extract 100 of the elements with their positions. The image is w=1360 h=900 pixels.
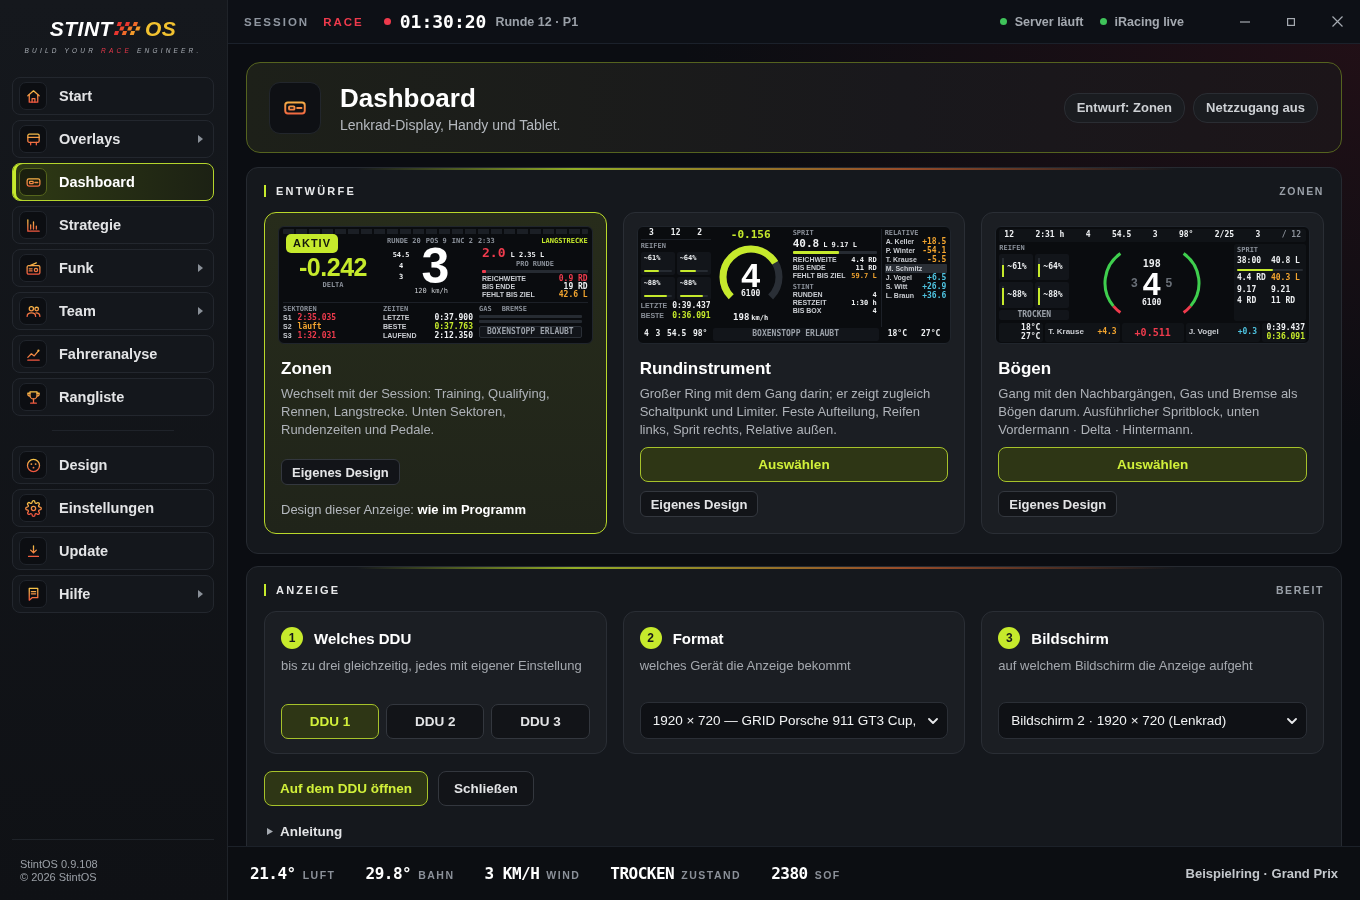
stat-readout: 2:31 h bbox=[1035, 231, 1065, 240]
step-title: Bildschirm bbox=[1031, 629, 1109, 647]
billboard-icon bbox=[19, 125, 47, 153]
card-description: Großer Ring mit dem Gang darin; er zeigt zugleich Schaltpunkt und Limiter. Feste Aufteilung, Reifen links, Sprit rechts, Relative außen. bbox=[639, 385, 932, 439]
weather-value: 29.8° bbox=[365, 864, 412, 883]
lap-time-value: 0:36.091 bbox=[1266, 333, 1305, 341]
nav-item[interactable]: Rangliste bbox=[12, 378, 214, 416]
design-card[interactable] bbox=[981, 212, 1324, 534]
nav-item[interactable]: Team bbox=[12, 292, 214, 330]
weather-value: 2380 bbox=[771, 864, 808, 883]
delta-readout: -0.242 bbox=[299, 255, 367, 279]
nav-item[interactable]: Hilfe bbox=[12, 575, 214, 613]
lap-time-value: 0:37.900 bbox=[434, 314, 473, 322]
minimize-icon[interactable] bbox=[1240, 20, 1250, 23]
home-icon bbox=[19, 82, 47, 110]
track-name: Beispielring · Grand Prix bbox=[1185, 866, 1338, 881]
card-title: Rundinstrument bbox=[639, 359, 771, 379]
step-hint: welches Gerät die Anzeige bekommt bbox=[639, 658, 851, 673]
weather-label: SOF bbox=[814, 869, 841, 881]
driver-gap: +36.6 bbox=[922, 291, 947, 300]
weather-value: TROCKEN bbox=[610, 864, 675, 883]
dashboard-icon bbox=[19, 168, 47, 196]
fuel-readout: 9.21 bbox=[1271, 285, 1292, 295]
lap-time-value: 0:36.091 bbox=[672, 311, 711, 320]
nav-item[interactable]: Fahreranalyse bbox=[12, 335, 214, 373]
temperature-readout: 18°C bbox=[1021, 324, 1041, 332]
rpm-readout: 6100 bbox=[741, 289, 761, 299]
stat-readout: 3 bbox=[1152, 231, 1158, 240]
delta-readout: -0.156 bbox=[730, 229, 771, 241]
fuel-readout: 4.4 RD bbox=[1237, 273, 1267, 283]
next-gear: 5 bbox=[1165, 277, 1173, 291]
stat-readout: 54.5 bbox=[1111, 231, 1132, 240]
ddu-button[interactable]: DDU 3 bbox=[491, 704, 590, 739]
driver-gap: +26.9 bbox=[922, 282, 947, 291]
copyright-text: © 2026 StintOS bbox=[20, 871, 97, 884]
speed-readout: 198 bbox=[1142, 257, 1161, 269]
pedal-arc-drawing bbox=[1180, 251, 1203, 314]
step-hint: bis zu drei gleichzeitig, jedes mit eigener Einstellung bbox=[281, 658, 582, 673]
nav-item[interactable]: Einstellungen bbox=[12, 489, 214, 527]
tyre-wear-text: ~64% bbox=[1043, 262, 1063, 272]
dropdown[interactable]: Bildschirm 2 · 1920 × 720 (Lenkrad) bbox=[998, 702, 1307, 739]
nav-item[interactable]: Update bbox=[12, 532, 214, 570]
session-clock: 01:30:20 bbox=[399, 11, 487, 32]
stat-readout: 12 bbox=[1004, 231, 1014, 240]
step-title: Welches DDU bbox=[314, 629, 412, 647]
temperature-readout: 18°C bbox=[887, 330, 907, 339]
stat-readout: 2/25 bbox=[1214, 231, 1235, 240]
select-button[interactable]: Auswählen bbox=[998, 447, 1307, 482]
stat-readout: 12 bbox=[670, 229, 681, 238]
dropdown[interactable]: 1920 × 720 — GRID Porsche 911 GT3 Cup, bbox=[639, 702, 949, 739]
logo-text: OS bbox=[144, 16, 177, 41]
custom-design-button[interactable]: Eigenes Design bbox=[998, 491, 1118, 517]
weather-label: BAHN bbox=[418, 869, 455, 881]
position-readout: 3 bbox=[1255, 231, 1261, 240]
pit-status-banner: BOXENSTOPP ERLAUBT bbox=[712, 328, 879, 341]
driver-gap: -54.1 bbox=[922, 246, 947, 255]
tyre-wear-text: ~88% bbox=[1043, 290, 1063, 300]
fuel-readout: 40.8 L bbox=[1271, 257, 1301, 266]
ddu-button[interactable]: DDU 2 bbox=[386, 704, 485, 739]
weather-value: 3 KM/H bbox=[484, 864, 540, 883]
card-description: Wechselt mit der Session: Training, Qualifying, Rennen, Langstrecke. Unten Sektoren, Rundenzeiten und Pedale. bbox=[281, 385, 551, 439]
nav-item[interactable]: Strategie bbox=[12, 206, 214, 244]
logo-text: STINT bbox=[49, 16, 113, 41]
select-button[interactable]: Auswählen bbox=[639, 447, 949, 482]
driver-gap: +18.5 bbox=[922, 237, 947, 246]
ddu-button[interactable]: DDU 1 bbox=[281, 704, 380, 739]
download-icon bbox=[19, 537, 47, 565]
gear-readout: 4 bbox=[1142, 268, 1161, 299]
note-icon bbox=[19, 580, 47, 608]
temperature-readout: 27°C bbox=[1021, 333, 1041, 341]
nav-item[interactable]: Start bbox=[12, 77, 214, 115]
active-badge: AKTIV bbox=[286, 234, 338, 253]
custom-design-button[interactable]: Eigenes Design bbox=[639, 491, 759, 517]
card-title: Zonen bbox=[281, 359, 332, 379]
driver-gap: +6.5 bbox=[927, 273, 947, 282]
sector-time: 1:32.031 bbox=[297, 332, 337, 340]
open-button[interactable]: Auf dem DDU öffnen bbox=[264, 771, 428, 806]
nav-item[interactable]: Design bbox=[12, 446, 214, 484]
guide-toggle[interactable]: Anleitung bbox=[264, 824, 343, 839]
nav-item[interactable]: Overlays bbox=[12, 120, 214, 158]
design-card[interactable] bbox=[622, 212, 966, 534]
close-button[interactable]: Schließen bbox=[438, 771, 534, 806]
pedal-arc-drawing bbox=[1100, 251, 1123, 314]
lap-time-value: 0:39.437 bbox=[672, 301, 711, 310]
close-icon[interactable] bbox=[1331, 16, 1343, 27]
track-condition-label: TROCKEN bbox=[999, 310, 1070, 320]
fuel-readout: 9.17 bbox=[1237, 285, 1258, 295]
tyre-wear-text: ~88% bbox=[1007, 290, 1027, 300]
people-icon bbox=[19, 297, 47, 325]
custom-design-button[interactable]: Eigenes Design bbox=[281, 459, 400, 485]
fuel-row-value: 0.9 RD bbox=[558, 274, 588, 283]
chevron-down-icon bbox=[1287, 717, 1297, 724]
step-hint: auf welchem Bildschirm die Anzeige aufgeht bbox=[998, 658, 1253, 673]
stat-readout: 3 bbox=[649, 229, 654, 238]
gear-readout: 3 bbox=[421, 246, 450, 286]
weather-label: LUFT bbox=[302, 869, 336, 881]
fuel-readout: 40.8 bbox=[792, 237, 820, 250]
nav-item[interactable]: Funk bbox=[12, 249, 214, 287]
maximize-icon[interactable] bbox=[1287, 17, 1295, 26]
nav-item[interactable]: Dashboard bbox=[12, 163, 214, 201]
